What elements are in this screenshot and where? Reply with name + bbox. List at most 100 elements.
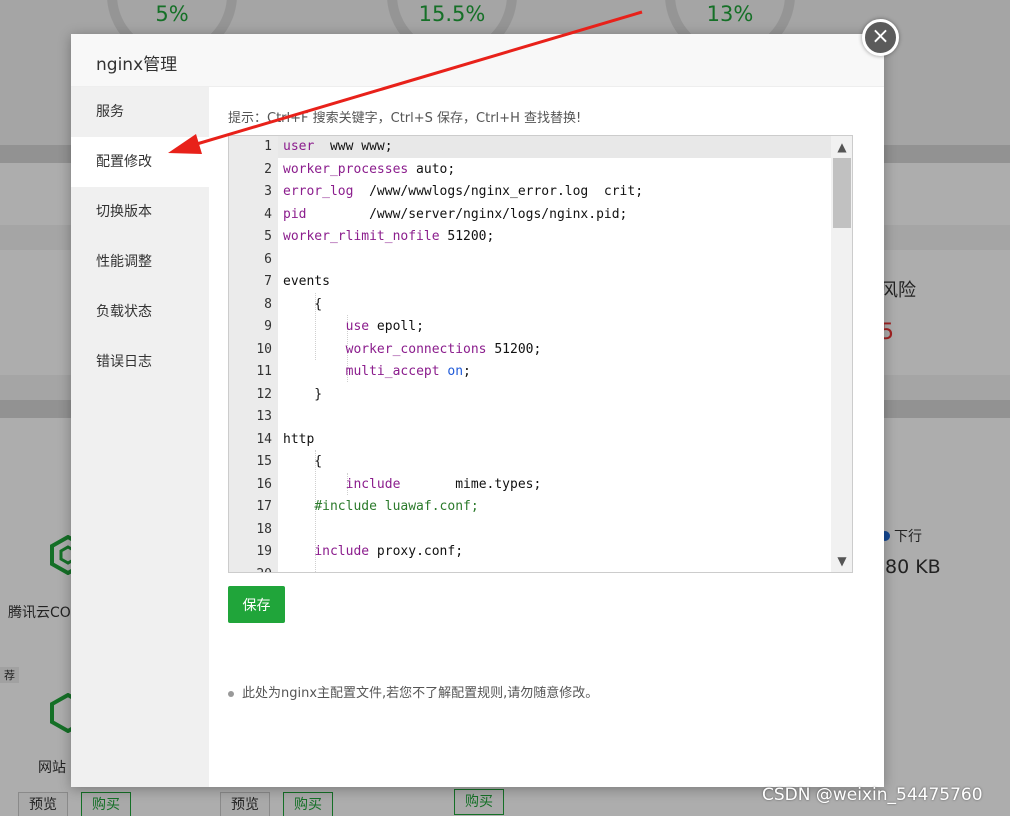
line-number: 3 [264,184,272,199]
line-number: 14 [256,431,272,447]
line-code: worker_connections 51200; [283,339,542,362]
code-line[interactable]: 13 [229,406,831,429]
code-line[interactable]: 11 multi_accept on; [229,361,831,384]
line-number: 12 [256,386,272,402]
code-token: include [345,476,401,492]
code-line[interactable]: 20 [229,564,831,573]
line-code: error_log /www/wwwlogs/nginx_error.log c… [283,181,643,204]
line-code: { [283,451,322,474]
save-button[interactable]: 保存 [228,586,285,623]
config-note: 此处为nginx主配置文件,若您不了解配置规则,请勿随意修改。 [228,682,598,701]
code-lines[interactable]: 1 user www www; 2 worker_processes auto; 3 er… [229,136,831,573]
sidebar-item-load-status[interactable]: 负载状态 [71,287,209,337]
line-number: 18 [256,521,272,537]
code-token: worker_processes [283,161,409,177]
sidebar-item-performance[interactable]: 性能调整 [71,237,209,287]
code-token: proxy.conf; [369,544,464,559]
code-line[interactable]: 2 worker_processes auto; [229,159,831,182]
sidebar-item-error-log[interactable]: 错误日志 [71,337,209,387]
line-number: 16 [256,476,272,492]
code-token: 51200; [439,229,495,244]
line-code: #include luawaf.conf; [283,496,479,519]
sidebar-item-service[interactable]: 服务 [71,87,209,137]
line-code: } [283,384,322,407]
code-line[interactable]: 7 events [229,271,831,294]
code-token: use [345,319,370,334]
line-number: 19 [256,544,272,559]
code-line[interactable]: 5 worker_rlimit_nofile 51200; [229,226,831,249]
line-number: 6 [264,251,272,267]
scrollbar-thumb[interactable] [833,158,851,228]
line-code: worker_processes auto; [283,159,455,182]
code-token: } [283,386,323,402]
code-token: error_log [283,184,354,199]
code-token: #include luawaf.conf; [314,499,479,514]
code-token: pid [283,206,307,222]
code-line[interactable]: 8 { [229,294,831,317]
code-line[interactable]: 17 #include luawaf.conf; [229,496,831,519]
dialog-sidebar: 服务 配置修改 切换版本 性能调整 负载状态 错误日志 [71,87,209,787]
code-token: { [283,296,323,312]
code-token: epoll; [369,319,424,334]
line-number: 17 [256,499,272,514]
close-icon[interactable]: × [862,19,899,56]
code-line[interactable]: 15 { [229,451,831,474]
code-line[interactable]: 12 } [229,384,831,407]
bullet-icon [228,690,234,697]
nginx-manager-dialog: nginx管理 服务 配置修改 切换版本 性能调整 负载状态 错误日志 提示：C… [71,34,884,787]
line-code: multi_accept on; [283,361,471,384]
line-number: 7 [264,274,272,289]
code-token: http [283,431,315,447]
scroll-up-icon[interactable]: ▲ [831,138,852,156]
code-line[interactable]: 14 http [229,429,831,452]
line-code: events [283,271,330,294]
line-number: 15 [256,454,272,469]
line-number: 5 [264,229,272,244]
code-line[interactable]: 16 include mime.types; [229,474,831,497]
line-number: 20 [229,564,272,573]
code-line[interactable]: 9 use epoll; [229,316,831,339]
code-token: www www; [314,139,393,154]
editor-scrollbar[interactable]: ▲ ▼ [831,136,852,572]
code-token: worker_rlimit_nofile [283,229,440,244]
code-line[interactable]: 1 user www www; [229,136,831,159]
line-number: 10 [256,341,272,357]
dialog-title: nginx管理 [71,34,884,87]
code-token: mime.types; [400,476,542,492]
code-line[interactable]: 3 error_log /www/wwwlogs/nginx_error.log … [229,181,831,204]
code-token: multi_accept [345,364,440,379]
line-code: include mime.types; [283,474,542,497]
code-token: include [314,544,370,559]
line-code: pid /www/server/nginx/logs/nginx.pid; [283,204,627,227]
line-code: http [283,429,314,452]
line-number: 8 [264,296,272,312]
config-note-text: 此处为nginx主配置文件,若您不了解配置规则,请勿随意修改。 [242,686,599,701]
sidebar-item-config-edit[interactable]: 配置修改 [71,137,209,187]
code-token: /www/wwwlogs/nginx_error.log crit; [353,184,644,199]
code-token: 51200; [486,341,542,357]
code-token: events [283,274,330,289]
code-line[interactable]: 4 pid /www/server/nginx/logs/nginx.pid; [229,204,831,227]
code-line[interactable]: 10 worker_connections 51200; [229,339,831,362]
line-number: 4 [264,206,272,222]
scroll-down-icon[interactable]: ▼ [831,552,852,570]
code-line[interactable]: 19 include proxy.conf; [229,541,831,564]
line-number: 2 [264,161,272,177]
line-number: 9 [264,319,272,334]
code-editor[interactable]: 1 user www www; 2 worker_processes auto; 3 er… [228,135,853,573]
code-token: { [283,454,323,469]
code-token: worker_connections [345,341,487,357]
code-token: user [283,139,315,154]
sidebar-item-switch-version[interactable]: 切换版本 [71,187,209,237]
line-code: user www www; [283,136,393,159]
code-token: ; [463,364,471,379]
watermark: CSDN @weixin_54475760 [762,785,983,805]
code-line[interactable]: 18 [229,519,831,542]
code-line[interactable]: 6 [229,249,831,272]
